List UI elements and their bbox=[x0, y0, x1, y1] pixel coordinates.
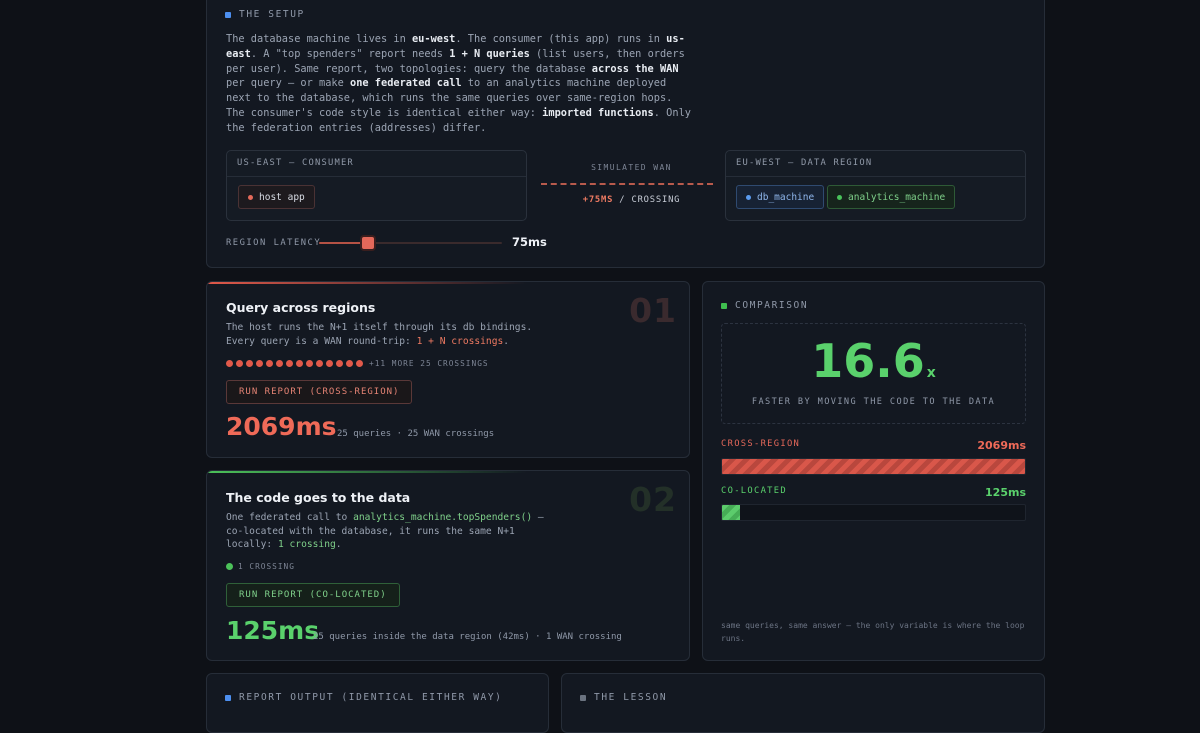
latency-value: 75ms bbox=[512, 235, 547, 249]
lesson-header: THE LESSON bbox=[580, 692, 667, 703]
crossing-dot-icon bbox=[326, 360, 333, 367]
co-located-card: The code goes to the data 02 One federat… bbox=[206, 470, 690, 661]
crossing-dot-icon bbox=[306, 360, 313, 367]
divider bbox=[227, 176, 526, 177]
crossing-dot-icon bbox=[226, 360, 233, 367]
latency-slider-thumb[interactable] bbox=[362, 237, 375, 249]
crossing-dot-icon bbox=[276, 360, 283, 367]
latency-slider-fill bbox=[319, 242, 369, 244]
crossing-dot-icon bbox=[316, 360, 323, 367]
cross-region-bar-label: CROSS-REGION bbox=[721, 439, 801, 449]
db-machine-chip[interactable]: db_machine bbox=[736, 185, 825, 209]
data-region-title: EU-WEST — DATA REGION bbox=[736, 158, 873, 168]
co-located-note: 25 queries inside the data region (42ms)… bbox=[313, 632, 622, 642]
co-located-bar bbox=[721, 504, 1026, 521]
crossing-dot-icon bbox=[346, 360, 353, 367]
cross-region-bar-value: 2069ms bbox=[977, 439, 1026, 452]
cross-region-card: Query across regions 01 The host runs th… bbox=[206, 281, 690, 458]
crossing-dot-icon bbox=[266, 360, 273, 367]
status-dot-icon bbox=[746, 194, 751, 200]
latency-slider[interactable] bbox=[319, 237, 502, 249]
crossing-dot-icon bbox=[286, 360, 293, 367]
cross-region-result: 2069ms bbox=[226, 412, 337, 441]
crossing-dot-icon bbox=[336, 360, 343, 367]
accent-bar bbox=[207, 471, 527, 473]
wan-label: SIMULATED WAN bbox=[591, 163, 672, 172]
setup-intro: The database machine lives in eu-west. T… bbox=[226, 33, 691, 134]
card-description: The host runs the N+1 itself through its… bbox=[226, 322, 533, 347]
crossing-dot-icon bbox=[226, 563, 233, 570]
section-marker-icon bbox=[225, 694, 231, 701]
run-cross-region-button[interactable]: RUN REPORT (CROSS-REGION) bbox=[226, 380, 413, 404]
card-title: Query across regions bbox=[226, 300, 376, 315]
divider bbox=[726, 176, 1025, 177]
section-marker-icon bbox=[225, 11, 231, 18]
data-region: EU-WEST — DATA REGION db_machine analyti… bbox=[725, 150, 1026, 221]
report-output-header: REPORT OUTPUT (IDENTICAL EITHER WAY) bbox=[225, 692, 503, 703]
cross-region-bar-fill bbox=[722, 459, 1025, 474]
report-output-panel: REPORT OUTPUT (IDENTICAL EITHER WAY) bbox=[206, 673, 549, 733]
analytics-machine-chip[interactable]: analytics_machine bbox=[827, 185, 956, 209]
card-title: The code goes to the data bbox=[226, 490, 411, 505]
wan-cost: +75MS / CROSSING bbox=[582, 195, 681, 205]
co-located-bar-label: CO-LOCATED bbox=[721, 486, 787, 496]
consumer-region: US-EAST — CONSUMER host app bbox=[226, 150, 527, 221]
crossing-dot-icon bbox=[356, 360, 363, 367]
more-crossings-label: +11 MORE 25 CROSSINGS bbox=[369, 359, 489, 368]
latency-label: REGION LATENCY bbox=[226, 238, 322, 248]
speedup-subtitle: FASTER BY MOVING THE CODE TO THE DATA bbox=[751, 397, 996, 407]
card-number: 01 bbox=[629, 291, 677, 330]
consumer-region-title: US-EAST — CONSUMER bbox=[237, 158, 354, 168]
crossing-dot-icon bbox=[246, 360, 253, 367]
crossing-dots: +11 MORE 25 CROSSINGS bbox=[226, 359, 489, 368]
status-dot-icon bbox=[248, 194, 253, 200]
section-marker-icon bbox=[721, 302, 727, 309]
comparison-header: COMPARISON bbox=[721, 300, 808, 311]
setup-header: THE SETUP bbox=[225, 9, 305, 20]
crossing-dot-group bbox=[226, 360, 363, 367]
card-description: One federated call to analytics_machine.… bbox=[226, 512, 544, 551]
crossing-dot-icon bbox=[236, 360, 243, 367]
comparison-footnote: same queries, same answer — the only var… bbox=[721, 621, 1025, 643]
co-located-bar-value: 125ms bbox=[985, 486, 1026, 499]
crossing-label: 1 CROSSING bbox=[238, 562, 295, 571]
section-marker-icon bbox=[580, 694, 586, 701]
co-located-result: 125ms bbox=[226, 616, 320, 645]
crossing-dots: 1 CROSSING bbox=[226, 562, 295, 571]
crossing-dot-icon bbox=[296, 360, 303, 367]
status-dot-icon bbox=[837, 194, 842, 200]
speedup-factor: 16.6 x bbox=[811, 334, 936, 388]
cross-region-note: 25 queries · 25 WAN crossings bbox=[337, 429, 495, 439]
card-number: 02 bbox=[629, 480, 677, 519]
accent-bar bbox=[207, 282, 527, 284]
host-app-chip[interactable]: host app bbox=[238, 185, 315, 209]
setup-panel: THE SETUP The database machine lives in … bbox=[206, 0, 1045, 268]
comparison-panel: COMPARISON 16.6 x FASTER BY MOVING THE CO… bbox=[702, 281, 1045, 661]
speedup-box: 16.6 x FASTER BY MOVING THE CODE TO THE D… bbox=[721, 323, 1026, 424]
lesson-panel: THE LESSON bbox=[561, 673, 1045, 733]
crossing-dot-icon bbox=[256, 360, 263, 367]
run-co-located-button[interactable]: RUN REPORT (CO-LOCATED) bbox=[226, 583, 400, 607]
wan-dashed-line bbox=[541, 183, 713, 185]
co-located-bar-fill bbox=[722, 505, 741, 520]
cross-region-bar bbox=[721, 458, 1026, 475]
